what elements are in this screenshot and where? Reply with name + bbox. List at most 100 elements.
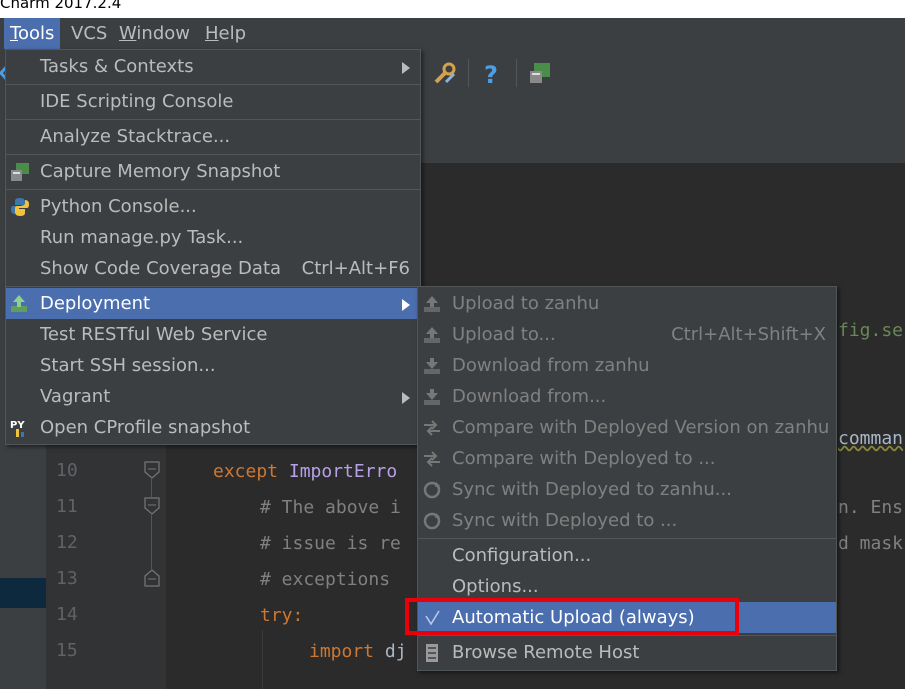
python-icon [11,198,29,216]
menu-item-download-from-zanhu[interactable]: Download from zanhu [418,350,836,381]
menu-item-label: Capture Memory Snapshot [40,161,281,182]
menu-item-upload-to-zanhu[interactable]: Upload to zanhu [418,288,836,319]
menu-vcs[interactable]: VCS [65,18,113,49]
menu-item-label: Sync with Deployed to zanhu... [452,479,732,500]
code-fragment: d mask [838,533,904,554]
code-line-15: import dj [309,641,407,662]
menu-separator [6,84,420,85]
deployment-icon [11,295,27,312]
memory-chip-icon[interactable] [528,61,552,85]
menu-item-label: Upload to zanhu [452,293,600,314]
menu-item-upload-to[interactable]: Upload to... Ctrl+Alt+Shift+X [418,319,836,350]
indent-guide [262,630,263,689]
menu-item-shortcut: Ctrl+Alt+F6 [301,258,410,279]
code-line-11: # The above i [260,497,401,518]
menu-item-label: Test RESTful Web Service [40,324,268,345]
menu-help[interactable]: Help [199,18,252,49]
menu-item-label: Start SSH session... [40,355,216,376]
menu-item-label: Show Code Coverage Data [40,258,282,279]
menu-item-run-manage-py-task[interactable]: Run manage.py Task... [6,222,420,253]
menu-item-label: Configuration... [452,545,592,566]
tools-menu: Tasks & Contexts IDE Scripting Console A… [5,49,421,445]
menu-item-sync-deployed-to[interactable]: Sync with Deployed to ... [418,505,836,536]
menu-item-label: Download from zanhu [452,355,650,376]
code-line-12: # issue is re [260,533,401,554]
menu-item-vagrant[interactable]: Vagrant [6,381,420,412]
menu-separator [418,538,836,539]
code-fragment: n. Ens [838,497,904,518]
menu-item-label: Browse Remote Host [452,642,640,663]
sync-icon [423,481,441,499]
toolbar-separator [468,59,469,87]
menu-item-capture-memory-snapshot[interactable]: Capture Memory Snapshot [6,156,420,187]
fold-marker-icon[interactable] [143,461,161,479]
menu-item-label: IDE Scripting Console [40,91,234,112]
menu-separator [6,119,420,120]
menu-tools[interactable]: Tools [4,18,61,49]
menu-item-label: Compare with Deployed Version on zanhu [452,417,830,438]
svg-text:?: ? [484,61,498,87]
menu-item-compare-deployed-to[interactable]: Compare with Deployed to ... [418,443,836,474]
fold-guide [151,479,152,497]
project-selected-row[interactable] [0,578,46,608]
menu-item-show-code-coverage[interactable]: Show Code Coverage Data Ctrl+Alt+F6 [6,253,420,284]
code-line-13: # exceptions [260,569,391,590]
code-line-10: except ImportErro [213,461,398,482]
menu-item-tasks-contexts[interactable]: Tasks & Contexts [6,51,420,82]
menu-item-ide-scripting-console[interactable]: IDE Scripting Console [6,86,420,117]
menu-item-analyze-stacktrace[interactable]: Analyze Stacktrace... [6,121,420,152]
highlight-annotation-box [405,598,739,635]
menu-item-python-console[interactable]: Python Console... [6,191,420,222]
sync-icon [423,512,441,530]
line-number: 13 [56,568,78,589]
menu-item-download-from[interactable]: Download from... [418,381,836,412]
menu-item-configuration[interactable]: Configuration... [418,540,836,571]
menu-item-compare-deployed-zanhu[interactable]: Compare with Deployed Version on zanhu [418,412,836,443]
menu-item-label: Tasks & Contexts [40,56,194,77]
menu-item-label: Download from... [452,386,607,407]
help-icon[interactable]: ? [482,61,502,87]
menu-separator [6,154,420,155]
submenu-arrow-icon [402,299,410,311]
server-icon [426,644,438,662]
line-number: 10 [56,460,78,481]
menu-item-label: Run manage.py Task... [40,227,244,248]
line-number: 12 [56,532,78,553]
menu-item-label: Sync with Deployed to ... [452,510,678,531]
window-title-bar: Charm 2017.2.4 [0,0,905,18]
menu-separator [6,189,420,190]
upload-icon [424,296,440,312]
upload-icon [424,327,440,343]
menu-window[interactable]: Window [113,18,196,49]
menu-item-label: Upload to... [452,324,556,345]
line-number: 15 [56,640,78,661]
menu-item-shortcut: Ctrl+Alt+Shift+X [671,324,826,345]
download-icon [424,358,440,374]
window-title: Charm 2017.2.4 [0,0,122,12]
line-number: 11 [56,496,78,517]
download-icon [424,389,440,405]
menu-item-open-cprofile[interactable]: PY Open CProfile snapshot [6,412,420,443]
memory-chip-icon [11,163,29,181]
toolbar-separator [516,59,517,87]
compare-icon [424,451,440,467]
menu-item-deployment[interactable]: Deployment [6,288,420,319]
menu-separator [6,286,420,287]
menu-separator [418,635,836,636]
cprofile-icon: PY [10,420,25,437]
fold-end-icon[interactable] [143,569,161,587]
menu-item-label: Vagrant [40,386,111,407]
menu-item-label: Analyze Stacktrace... [40,126,231,147]
code-fragment: comman [838,428,904,449]
menu-item-label: Compare with Deployed to ... [452,448,716,469]
fold-marker-icon[interactable] [143,497,161,515]
menu-item-label: Deployment [40,293,151,314]
menu-item-start-ssh-session[interactable]: Start SSH session... [6,350,420,381]
menu-item-label: Python Console... [40,196,197,217]
menu-item-browse-remote-host[interactable]: Browse Remote Host [418,637,836,668]
wrench-icon[interactable] [432,62,458,86]
menu-item-sync-deployed-zanhu[interactable]: Sync with Deployed to zanhu... [418,474,836,505]
submenu-arrow-icon [402,392,410,404]
menu-bar: Tools VCS Window Help [0,18,905,49]
menu-item-test-restful[interactable]: Test RESTful Web Service [6,319,420,350]
